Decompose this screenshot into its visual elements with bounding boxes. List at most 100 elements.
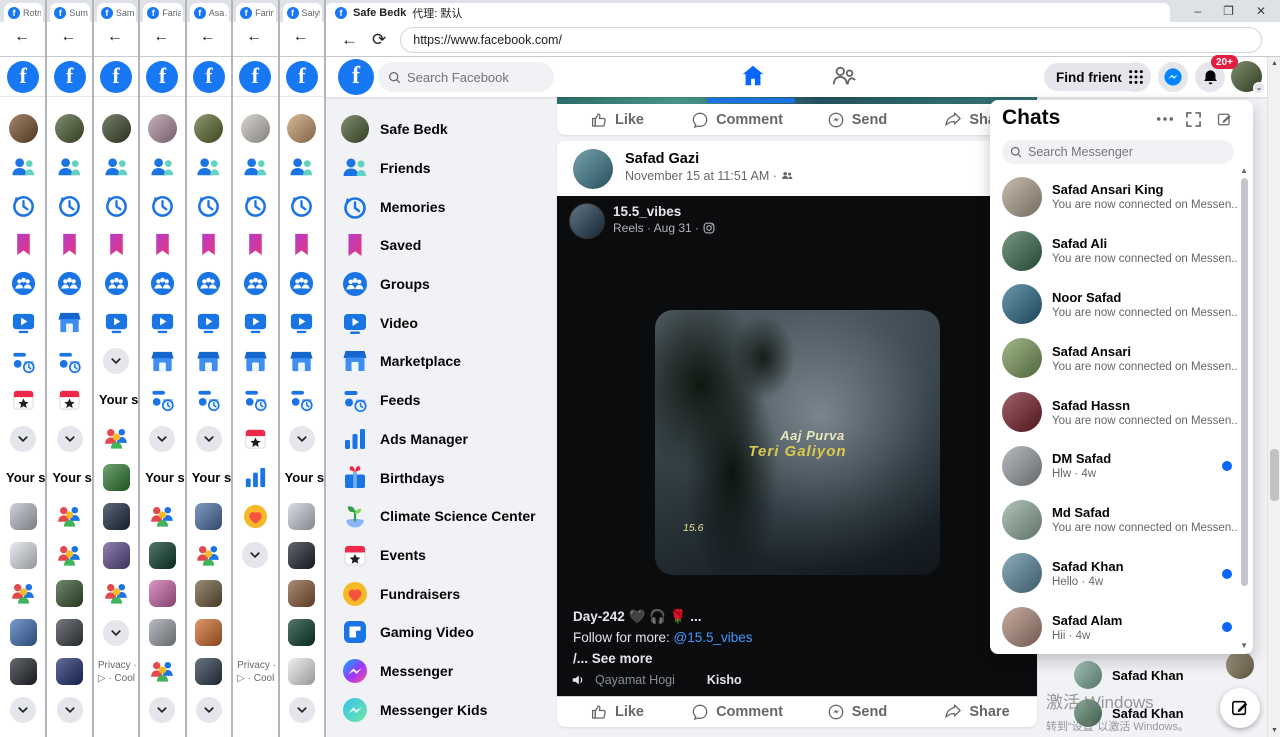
browser-tab[interactable]: fSuma <box>46 0 92 22</box>
facebook-logo[interactable]: f <box>100 61 132 93</box>
back-button[interactable]: ← <box>293 28 309 46</box>
sidebar-chevron-item[interactable] <box>93 342 139 381</box>
sidebar-people-item[interactable] <box>139 652 185 691</box>
sidebar-memories-item[interactable] <box>186 187 232 226</box>
sidebar-item-gaming-video[interactable]: Gaming Video <box>333 613 551 652</box>
avatar[interactable] <box>194 114 223 143</box>
sidebar-marketplace-item[interactable] <box>46 303 92 342</box>
sidebar-friends-item[interactable] <box>279 148 325 187</box>
avatar[interactable] <box>1226 651 1254 679</box>
avatar[interactable] <box>287 114 316 143</box>
sidebar-video-item[interactable] <box>279 303 325 342</box>
sidebar-chevron-item[interactable] <box>279 419 325 458</box>
sidebar-thumb-item[interactable] <box>46 613 92 652</box>
sidebar-marketplace-item[interactable] <box>232 342 278 381</box>
sidebar-friends-item[interactable] <box>93 148 139 187</box>
active-browser-tab[interactable]: f Safe Bedk 代理: 默认 <box>325 3 1170 22</box>
sidebar-marketplace-item[interactable] <box>279 342 325 381</box>
scroll-up-icon[interactable]: ▲ <box>1240 166 1248 175</box>
scrollbar-thumb[interactable] <box>1270 449 1279 501</box>
url-input[interactable] <box>413 33 1261 47</box>
sidebar-fundraisers-item[interactable] <box>232 497 278 536</box>
sidebar-chevron-item[interactable] <box>279 691 325 730</box>
see-more-icon[interactable] <box>289 426 315 452</box>
see-more-icon[interactable] <box>57 426 83 452</box>
audio-artist-name[interactable]: Kisho <box>685 673 742 687</box>
sidebar-avatar-item[interactable] <box>93 109 139 148</box>
footer-links[interactable]: Privacy ·▷ · Cool <box>232 659 278 685</box>
sidebar-thumb-item[interactable] <box>0 613 46 652</box>
see-more-icon[interactable] <box>149 426 175 452</box>
sidebar-events-item[interactable] <box>0 381 46 420</box>
sidebar-item-friends[interactable]: Friends <box>333 149 551 188</box>
sidebar-thumb-item[interactable] <box>93 536 139 575</box>
see-more-icon[interactable] <box>10 426 36 452</box>
contact-row[interactable]: Safad Khan <box>1074 661 1184 689</box>
sidebar-item-climate-science-center[interactable]: Climate Science Center <box>333 497 551 536</box>
sidebar-avatar-item[interactable] <box>139 109 185 148</box>
reel-author-name[interactable]: 15.5_vibes <box>613 204 681 219</box>
sidebar-groups-item[interactable] <box>46 264 92 303</box>
chats-options-icon[interactable] <box>1156 112 1174 126</box>
shortcut-thumbnail[interactable] <box>288 580 315 607</box>
sidebar-chevron-item[interactable] <box>139 691 185 730</box>
avatar[interactable] <box>241 114 270 143</box>
reel-author-avatar[interactable] <box>569 203 605 239</box>
address-bar[interactable] <box>400 27 1262 53</box>
comment-button[interactable]: Comment <box>677 697 797 727</box>
sidebar-thumb-item[interactable] <box>279 575 325 614</box>
sidebar-people-item[interactable] <box>46 497 92 536</box>
like-button[interactable]: Like <box>557 697 677 727</box>
sidebar-avatar-item[interactable] <box>46 109 92 148</box>
sidebar-thumb-item[interactable] <box>139 575 185 614</box>
sidebar-item-events[interactable]: Events <box>333 536 551 575</box>
sidebar-memories-item[interactable] <box>279 187 325 226</box>
sidebar-groups-item[interactable] <box>0 264 46 303</box>
sidebar-avatar-item[interactable] <box>186 109 232 148</box>
shortcut-thumbnail[interactable] <box>103 503 130 530</box>
sidebar-label-item[interactable]: Your s <box>46 458 92 497</box>
sidebar-video-item[interactable] <box>139 303 185 342</box>
sidebar-chevron-item[interactable] <box>139 419 185 458</box>
sidebar-friends-item[interactable] <box>46 148 92 187</box>
sidebar-privacy-item[interactable]: Privacy ·▷ · Cool <box>232 652 278 691</box>
see-more-icon[interactable] <box>242 542 268 568</box>
chats-scrollbar-thumb[interactable] <box>1241 178 1248 586</box>
chat-list-item[interactable]: Safad HassnYou are now connected on Mess… <box>994 385 1238 439</box>
see-more-icon[interactable] <box>57 697 83 723</box>
sidebar-item-ads-manager[interactable]: Ads Manager <box>333 420 551 459</box>
send-button[interactable]: Send <box>797 104 917 135</box>
chat-list-item[interactable]: Noor SafadYou are now connected on Messe… <box>994 278 1238 332</box>
shortcut-thumbnail[interactable] <box>288 658 315 685</box>
facebook-logo[interactable]: f <box>239 61 271 93</box>
chat-list-item[interactable]: Safad AlamHii · 4w <box>994 600 1238 654</box>
sidebar-chevron-item[interactable] <box>0 419 46 458</box>
see-more-icon[interactable] <box>103 620 129 646</box>
shortcut-thumbnail[interactable] <box>149 580 176 607</box>
sidebar-events-item[interactable] <box>46 381 92 420</box>
chat-list-item[interactable]: Md SafadYou are now connected on Messen.… <box>994 493 1238 547</box>
sidebar-saved-item[interactable] <box>186 225 232 264</box>
sidebar-item-messenger[interactable]: Messenger <box>333 652 551 691</box>
shortcut-thumbnail[interactable] <box>10 619 37 646</box>
avatar[interactable] <box>102 114 131 143</box>
sidebar-groups-item[interactable] <box>93 264 139 303</box>
see-more-icon[interactable] <box>103 348 129 374</box>
shortcut-thumbnail[interactable] <box>103 542 130 569</box>
sidebar-thumb-item[interactable] <box>139 613 185 652</box>
sidebar-item-messenger-kids[interactable]: Messenger Kids <box>333 690 551 729</box>
search-input[interactable] <box>407 70 537 85</box>
sidebar-item-feeds[interactable]: Feeds <box>333 381 551 420</box>
sidebar-thumb-item[interactable] <box>46 652 92 691</box>
sidebar-avatar-item[interactable] <box>279 109 325 148</box>
shortcut-thumbnail[interactable] <box>103 464 130 491</box>
close-button[interactable]: ✕ <box>1256 4 1266 18</box>
shortcut-thumbnail[interactable] <box>288 542 315 569</box>
compose-icon[interactable] <box>1217 112 1232 127</box>
avatar[interactable] <box>9 114 38 143</box>
shortcut-thumbnail[interactable] <box>56 658 83 685</box>
facebook-logo[interactable]: f <box>286 61 318 93</box>
sidebar-item-video[interactable]: Video <box>333 303 551 342</box>
sidebar-label-item[interactable]: Your s <box>186 458 232 497</box>
sidebar-thumb-item[interactable] <box>279 497 325 536</box>
